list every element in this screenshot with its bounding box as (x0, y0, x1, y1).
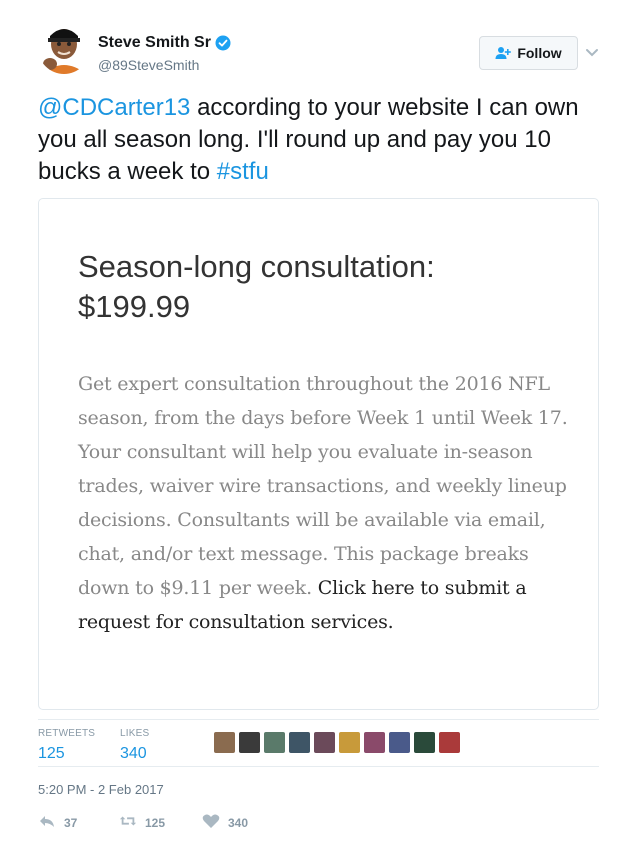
liker-avatar-4[interactable] (289, 732, 310, 753)
liker-avatar-3[interactable] (264, 732, 285, 753)
avatar[interactable] (38, 22, 90, 74)
retweet-button[interactable]: 125 (119, 813, 165, 832)
retweets-label: RETWEETS (38, 728, 96, 739)
divider-bottom (38, 766, 599, 767)
embedded-image-card[interactable]: Season-long consultation: $199.99 Get ex… (38, 198, 599, 710)
likes-stat[interactable]: LIKES 340 (120, 728, 149, 763)
card-title-line1: Season-long consultation: (78, 249, 435, 284)
chevron-down-icon[interactable] (585, 44, 599, 57)
card-title: Season-long consultation: $199.99 (78, 247, 558, 327)
liker-avatar-10[interactable] (439, 732, 460, 753)
liker-avatar-5[interactable] (314, 732, 335, 753)
liker-avatar-1[interactable] (214, 732, 235, 753)
retweet-count: 125 (145, 815, 166, 830)
reply-count: 37 (64, 815, 78, 830)
verified-badge-icon (215, 35, 231, 51)
like-count: 340 (228, 815, 249, 830)
follow-button[interactable]: Follow (479, 36, 578, 70)
liker-avatars (214, 732, 460, 753)
liker-avatar-6[interactable] (339, 732, 360, 753)
like-button[interactable]: 340 (202, 813, 248, 832)
follow-button-label: Follow (517, 45, 562, 61)
reply-button[interactable]: 37 (38, 813, 77, 832)
liker-avatar-7[interactable] (364, 732, 385, 753)
liker-avatar-8[interactable] (389, 732, 410, 753)
tweet-timestamp[interactable]: 5:20 PM - 2 Feb 2017 (38, 782, 164, 797)
hashtag-link[interactable]: #stfu (217, 158, 269, 185)
divider-top (38, 719, 599, 720)
follow-person-plus-icon (495, 46, 512, 60)
liker-avatar-2[interactable] (239, 732, 260, 753)
retweets-stat[interactable]: RETWEETS 125 (38, 728, 95, 763)
retweet-icon (119, 813, 137, 832)
likes-count[interactable]: 340 (120, 745, 149, 763)
card-price: $199.99 (78, 289, 191, 324)
user-display-name[interactable]: Steve Smith Sr (98, 34, 211, 52)
mention-link[interactable]: @CDCarter13 (38, 94, 190, 121)
card-body: Get expert consultation throughout the 2… (78, 367, 573, 639)
user-handle[interactable]: @89SteveSmith (98, 57, 199, 73)
likes-label: LIKES (120, 728, 150, 739)
tweet-text: @CDCarter13 according to your website I … (38, 92, 608, 188)
reply-icon (38, 813, 56, 832)
heart-icon (202, 813, 220, 832)
card-description: Get expert consultation throughout the 2… (78, 373, 568, 599)
user-name[interactable]: Steve Smith Sr (98, 34, 231, 52)
liker-avatar-9[interactable] (414, 732, 435, 753)
retweets-count[interactable]: 125 (38, 745, 95, 763)
